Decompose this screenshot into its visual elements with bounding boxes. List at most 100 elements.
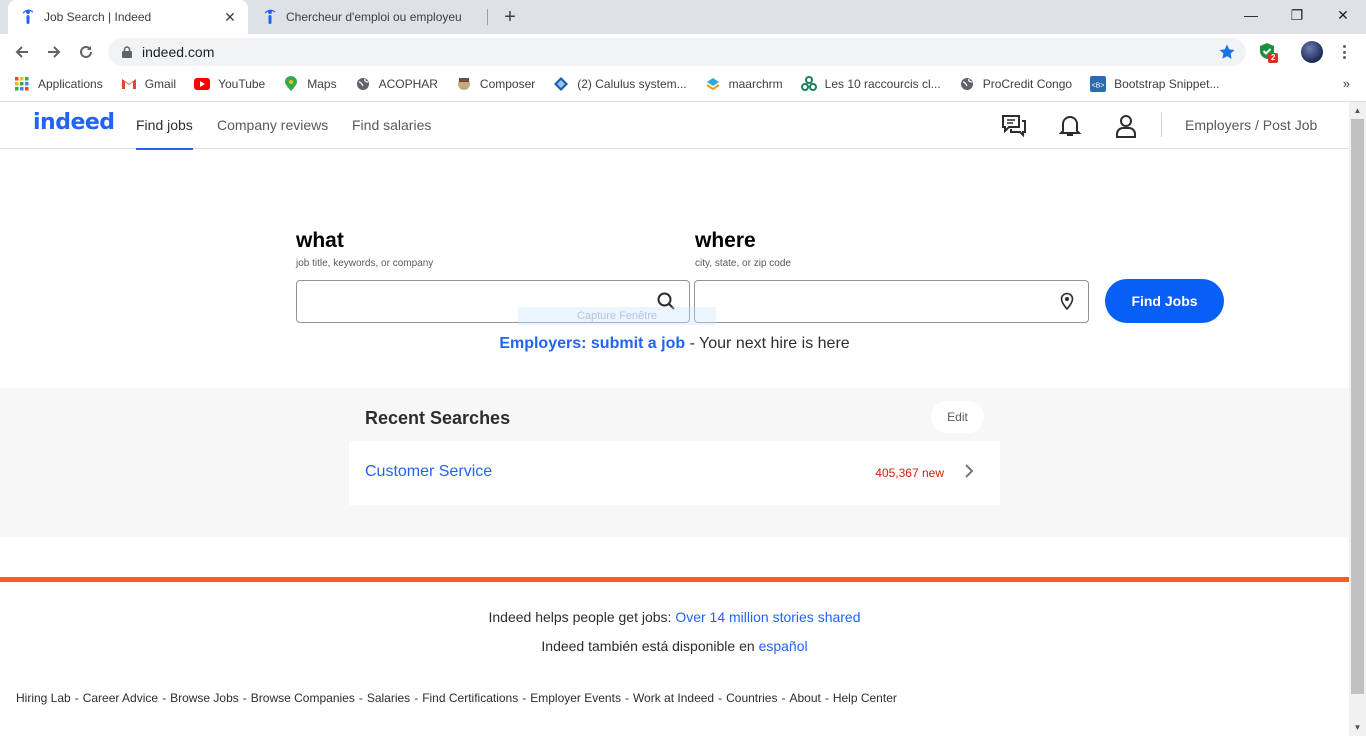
restore-button[interactable]: ❐ bbox=[1274, 0, 1320, 30]
svg-text:<B>: <B> bbox=[1092, 83, 1105, 90]
globe-icon bbox=[355, 76, 371, 92]
footer-stories-line: Indeed helps people get jobs: Over 14 mi… bbox=[0, 609, 1349, 625]
footer-spanish-text: Indeed también está disponible en bbox=[541, 638, 759, 654]
recent-search-item[interactable]: Customer Service 405,367 new bbox=[349, 441, 1000, 505]
bookmark-bootstrap-snippet[interactable]: <B> Bootstrap Snippet... bbox=[1090, 76, 1219, 92]
url-text: indeed.com bbox=[142, 44, 215, 60]
espanol-link[interactable]: español bbox=[759, 638, 808, 654]
chevron-right-icon[interactable] bbox=[964, 463, 974, 484]
bookmarks-overflow-icon[interactable]: » bbox=[1343, 76, 1350, 91]
edit-recent-button[interactable]: Edit bbox=[931, 401, 984, 433]
recent-search-count: 405,367 new bbox=[875, 466, 944, 480]
footer-link-separator: - bbox=[718, 691, 723, 705]
scroll-down-arrow-icon[interactable]: ▼ bbox=[1349, 719, 1366, 736]
footer-link-help-center[interactable]: Help Center bbox=[833, 691, 897, 705]
tab-chercheur[interactable]: Chercheur d'emploi ou employeu bbox=[250, 0, 488, 34]
footer-accent-bar bbox=[0, 577, 1349, 582]
footer-spanish-line: Indeed también está disponible en españo… bbox=[0, 638, 1349, 654]
site-header: indeed Find jobs Company reviews Find sa… bbox=[0, 102, 1349, 150]
bookmark-les-10-raccourcis-cl[interactable]: Les 10 raccourcis cl... bbox=[800, 76, 941, 92]
tab-title: Job Search | Indeed bbox=[44, 10, 152, 24]
browser-tabstrip: Job Search | Indeed ✕ Chercheur d'emploi… bbox=[0, 0, 1366, 34]
footer-link-salaries[interactable]: Salaries bbox=[367, 691, 410, 705]
bookmark-maarchrm[interactable]: maarchrm bbox=[705, 76, 783, 92]
footer-link-browse-companies[interactable]: Browse Companies bbox=[251, 691, 355, 705]
scrollbar-thumb[interactable] bbox=[1351, 119, 1364, 694]
bookmark-label: maarchrm bbox=[728, 77, 783, 91]
bookmark-label: ProCredit Congo bbox=[982, 77, 1073, 91]
header-separator bbox=[1161, 113, 1162, 137]
forward-button[interactable] bbox=[40, 38, 68, 66]
bookmarks-bar: Applications Gmail YouTube Maps ACOPHAR Compo… bbox=[0, 70, 1366, 98]
notifications-bell-icon[interactable] bbox=[1057, 113, 1083, 139]
bookmark-procredit-congo[interactable]: ProCredit Congo bbox=[959, 76, 1072, 92]
tab-separator bbox=[487, 9, 488, 25]
footer-link-career-advice[interactable]: Career Advice bbox=[83, 691, 158, 705]
footer-link-separator: - bbox=[781, 691, 786, 705]
footer-link-employer-events[interactable]: Employer Events bbox=[530, 691, 621, 705]
bookmark-star-icon[interactable] bbox=[1218, 43, 1236, 64]
footer-link-separator: - bbox=[522, 691, 527, 705]
recent-search-query[interactable]: Customer Service bbox=[365, 463, 492, 481]
nav-find-salaries[interactable]: Find salaries bbox=[352, 117, 431, 133]
footer-link-about[interactable]: About bbox=[789, 691, 820, 705]
employers-post-job-link[interactable]: Employers / Post Job bbox=[1185, 117, 1317, 133]
footer-link-separator: - bbox=[74, 691, 79, 705]
bookmark-label: YouTube bbox=[218, 77, 266, 91]
scroll-up-arrow-icon[interactable]: ▲ bbox=[1349, 102, 1366, 119]
bookmark-2-calulus-system[interactable]: (2) Calulus system... bbox=[553, 76, 687, 92]
bookmark-label: Bootstrap Snippet... bbox=[1114, 77, 1220, 91]
footer-link-hiring-lab[interactable]: Hiring Lab bbox=[16, 691, 71, 705]
back-button[interactable] bbox=[8, 38, 36, 66]
extension-shield-icon[interactable]: 2 bbox=[1256, 40, 1280, 64]
bookmark-composer[interactable]: Composer bbox=[456, 76, 535, 92]
employers-submit-job-link[interactable]: Employers: submit a job bbox=[499, 335, 685, 352]
bookmark-label: Gmail bbox=[144, 77, 177, 91]
reload-icon bbox=[80, 45, 92, 58]
capture-overlay-hint: Capture Fenêtre bbox=[518, 307, 716, 325]
page-scrollbar[interactable]: ▲ ▼ bbox=[1349, 102, 1366, 736]
nav-find-jobs[interactable]: Find jobs bbox=[136, 117, 193, 150]
minimize-button[interactable]: — bbox=[1228, 0, 1274, 30]
footer-link-separator: - bbox=[162, 691, 167, 705]
maps-icon bbox=[283, 76, 299, 92]
stories-link[interactable]: Over 14 million stories shared bbox=[675, 609, 860, 625]
footer-link-work-at-indeed[interactable]: Work at Indeed bbox=[633, 691, 714, 705]
tab-close-icon[interactable]: ✕ bbox=[222, 9, 238, 25]
bookmark-acophar[interactable]: ACOPHAR bbox=[355, 76, 438, 92]
chrome-menu-icon[interactable] bbox=[1337, 42, 1351, 62]
bookmark-gmail[interactable]: Gmail bbox=[121, 76, 176, 92]
recent-searches-section: Recent Searches Edit Customer Service 40… bbox=[0, 388, 1349, 537]
profile-avatar[interactable] bbox=[1301, 41, 1323, 63]
where-input[interactable] bbox=[694, 280, 1089, 323]
footer-link-separator: - bbox=[414, 691, 419, 705]
address-bar[interactable]: indeed.com bbox=[108, 38, 1246, 66]
apps-grid-icon bbox=[14, 76, 30, 92]
footer-link-separator: - bbox=[358, 691, 363, 705]
nav-company-reviews[interactable]: Company reviews bbox=[217, 117, 328, 133]
indeed-page: indeed Find jobs Company reviews Find sa… bbox=[0, 102, 1349, 736]
profile-person-icon[interactable] bbox=[1113, 113, 1139, 139]
bookmark-label: Composer bbox=[479, 77, 536, 91]
bookmark-maps[interactable]: Maps bbox=[283, 76, 337, 92]
where-label: where bbox=[695, 229, 756, 252]
reload-button[interactable] bbox=[72, 38, 100, 66]
bookmark-label: Applications bbox=[38, 77, 103, 91]
bookmark-applications[interactable]: Applications bbox=[14, 76, 103, 92]
indeed-favicon-icon bbox=[20, 9, 36, 25]
footer-links: Hiring Lab - Career Advice - Browse Jobs - Bro… bbox=[16, 691, 897, 705]
find-jobs-button[interactable]: Find Jobs bbox=[1105, 279, 1224, 323]
location-pin-icon bbox=[1060, 292, 1074, 315]
browser-toolbar: indeed.com 2 bbox=[0, 34, 1366, 70]
messages-icon[interactable] bbox=[1001, 113, 1027, 139]
footer-link-countries[interactable]: Countries bbox=[726, 691, 777, 705]
tab-title: Chercheur d'emploi ou employeu bbox=[286, 10, 462, 24]
composer-icon bbox=[456, 76, 472, 92]
bookmark-youtube[interactable]: YouTube bbox=[194, 76, 265, 92]
tab-job-search[interactable]: Job Search | Indeed ✕ bbox=[8, 0, 248, 34]
indeed-logo[interactable]: indeed bbox=[33, 110, 115, 135]
window-close-button[interactable]: ✕ bbox=[1320, 0, 1366, 30]
footer-link-find-certifications[interactable]: Find Certifications bbox=[422, 691, 518, 705]
footer-link-browse-jobs[interactable]: Browse Jobs bbox=[170, 691, 239, 705]
new-tab-button[interactable]: + bbox=[498, 5, 522, 29]
